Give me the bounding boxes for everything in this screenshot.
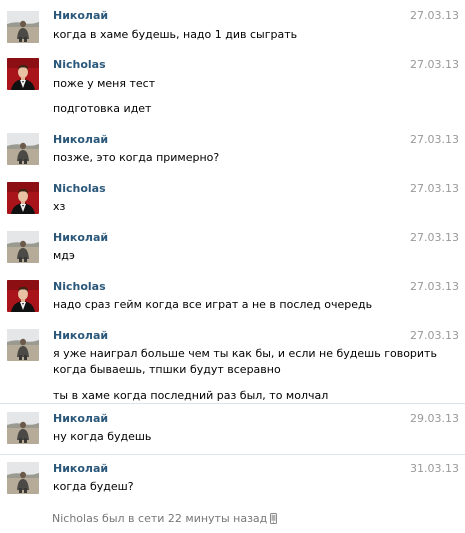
message-author[interactable]: Nicholas	[53, 182, 106, 196]
message-divider	[0, 454, 465, 455]
nikolai-avatar-photo[interactable]	[7, 329, 39, 361]
message-author[interactable]: Николай	[53, 9, 108, 23]
nikolai-avatar-photo[interactable]	[7, 11, 39, 43]
online-status-text: Nicholas был в сети 22 минуты назад	[52, 512, 268, 525]
message-date: 27.03.13	[410, 182, 459, 195]
message-text: когда будеш?	[53, 480, 134, 493]
message-date: 27.03.13	[410, 231, 459, 244]
message-date: 29.03.13	[410, 412, 459, 425]
message-date: 27.03.13	[410, 58, 459, 71]
message-author[interactable]: Nicholas	[53, 58, 106, 72]
message-author[interactable]: Николай	[53, 412, 108, 426]
nicholas-avatar-photo[interactable]	[7, 182, 39, 214]
message-date: 27.03.13	[410, 329, 459, 342]
nicholas-avatar-photo[interactable]	[7, 58, 39, 90]
message-text: позже, это когда примерно?	[53, 151, 220, 164]
message-date: 31.03.13	[410, 462, 459, 475]
message-author[interactable]: Николай	[53, 462, 108, 476]
nikolai-avatar-photo[interactable]	[7, 133, 39, 165]
message-text: когда в хаме будешь, надо 1 див сыграть	[53, 28, 298, 41]
message-date: 27.03.13	[410, 9, 459, 22]
message-author[interactable]: Николай	[53, 329, 108, 343]
message-author[interactable]: Николай	[53, 231, 108, 245]
online-status: Nicholas был в сети 22 минуты назад	[52, 511, 278, 527]
message-divider	[0, 403, 465, 404]
message-text: подготовка идет	[53, 102, 152, 115]
message-text: надо сраз гейм когда все играт а не в по…	[53, 298, 373, 311]
mobile-phone-icon	[267, 512, 278, 525]
message-text: ну когда будешь	[53, 430, 152, 443]
nikolai-avatar-photo[interactable]	[7, 412, 39, 444]
message-text: мдэ	[53, 249, 75, 262]
nikolai-avatar-photo[interactable]	[7, 231, 39, 263]
message-author[interactable]: Николай	[53, 133, 108, 147]
message-author[interactable]: Nicholas	[53, 280, 106, 294]
nicholas-avatar-photo[interactable]	[7, 280, 39, 312]
message-text: поже у меня тест	[53, 77, 156, 90]
message-date: 27.03.13	[410, 133, 459, 146]
message-date: 27.03.13	[410, 280, 459, 293]
message-text: хз	[53, 200, 66, 213]
message-text: когда бываешь, тпшки будут всеравно	[53, 363, 281, 376]
nikolai-avatar-photo[interactable]	[7, 462, 39, 494]
